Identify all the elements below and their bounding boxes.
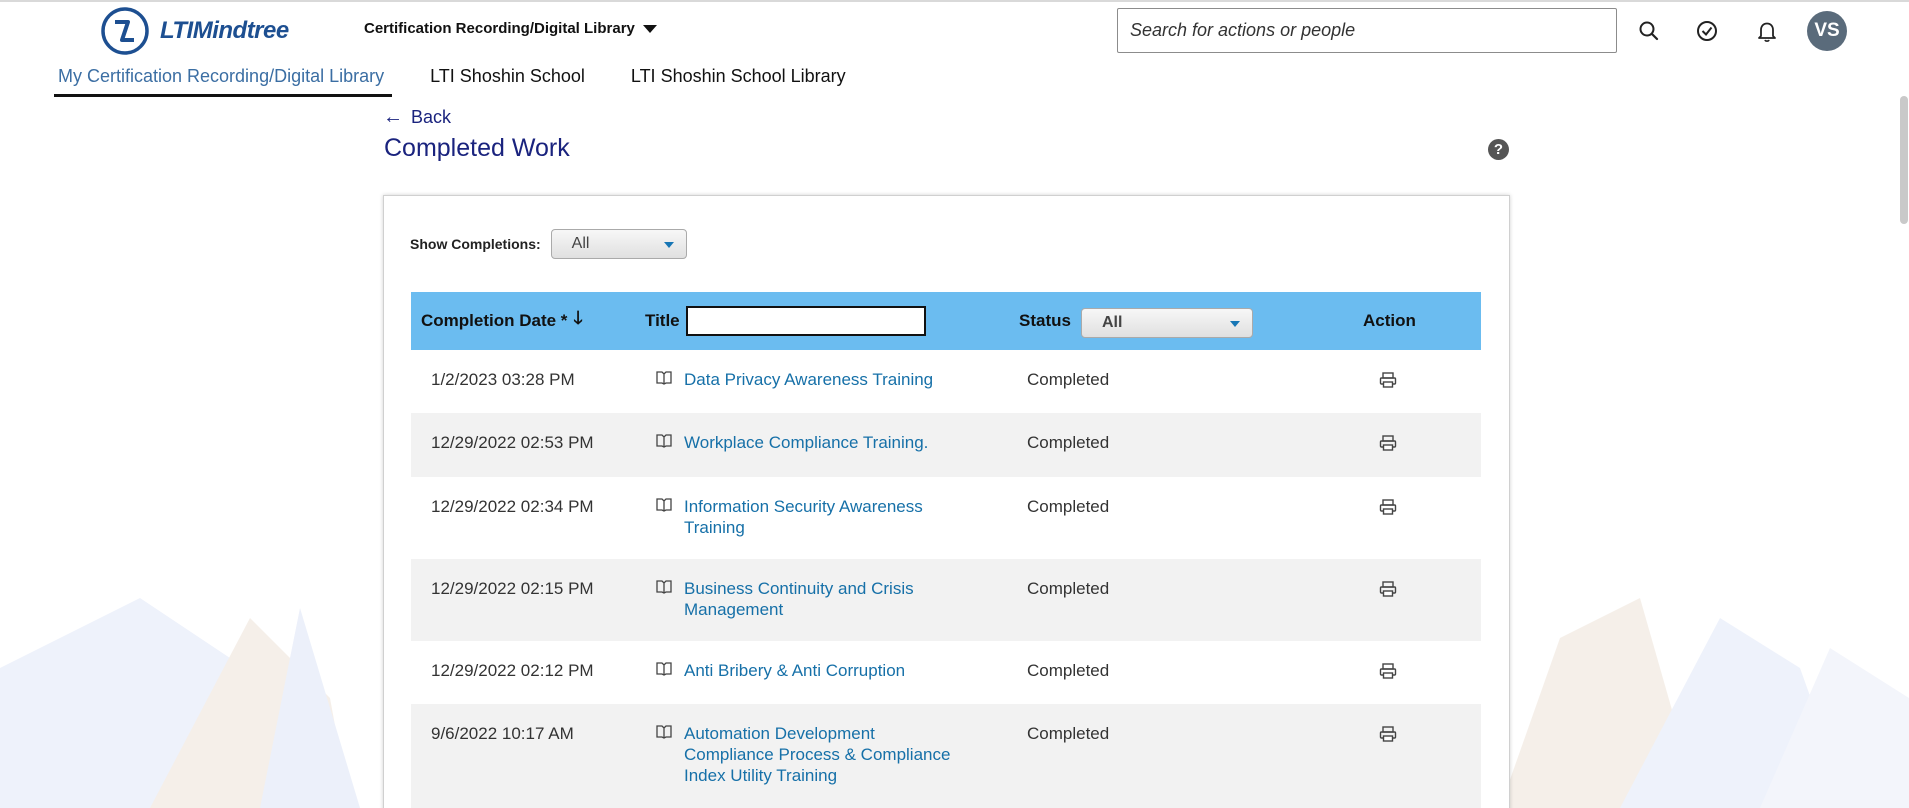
course-title-link[interactable]: Anti Bribery & Anti Corruption — [684, 660, 964, 681]
completion-status: Completed — [1027, 724, 1110, 743]
brand-name: LTIMindtree — [160, 17, 289, 44]
tab-lti-shoshin-school-library[interactable]: LTI Shoshin School Library — [627, 62, 850, 95]
table-row: 12/29/2022 02:12 PM Anti Bribery & Anti … — [411, 641, 1481, 704]
show-completions-label: Show Completions: — [410, 236, 541, 252]
completion-date: 12/29/2022 02:53 PM — [431, 433, 594, 452]
print-icon[interactable] — [1378, 433, 1398, 453]
table-row: 12/29/2022 02:15 PM Business Continuity … — [411, 559, 1481, 641]
check-circle-icon[interactable] — [1694, 18, 1720, 44]
ltimindtree-logo-icon — [101, 7, 149, 55]
book-icon — [656, 498, 672, 512]
course-title-link[interactable]: Workplace Compliance Training. — [684, 432, 964, 453]
table-row: 9/6/2022 10:17 AM Automation Development… — [411, 704, 1481, 808]
completion-date: 12/29/2022 02:15 PM — [431, 579, 594, 598]
completed-work-card: Show Completions: All Completion Date * … — [383, 195, 1510, 808]
page-scrollbar[interactable] — [1897, 88, 1909, 808]
completion-status: Completed — [1027, 497, 1110, 516]
completion-status: Completed — [1027, 579, 1110, 598]
completion-date: 12/29/2022 02:12 PM — [431, 661, 594, 680]
app-switcher[interactable]: Certification Recording/Digital Library — [364, 20, 657, 37]
chevron-down-icon — [642, 24, 657, 33]
print-icon[interactable] — [1378, 661, 1398, 681]
column-completion-date[interactable]: Completion Date * 🡓 — [421, 306, 583, 336]
header: LTIMindtree Certification Recording/Digi… — [0, 2, 1909, 58]
back-link[interactable]: ← Back — [383, 106, 451, 129]
show-completions-filter: Show Completions: All — [410, 229, 687, 259]
status-filter-value: All — [1101, 314, 1123, 331]
column-title: Title — [645, 306, 926, 336]
page-title: Completed Work — [384, 134, 570, 162]
column-action: Action — [1363, 311, 1416, 331]
table-row: 12/29/2022 02:34 PM Information Security… — [411, 477, 1481, 559]
dropdown-arrow-icon — [663, 242, 674, 248]
arrow-left-icon: ← — [383, 106, 403, 128]
sort-down-icon: 🡓 — [573, 308, 583, 328]
table-header: Completion Date * 🡓 Title Status All Act… — [411, 292, 1481, 350]
book-icon — [656, 662, 672, 676]
column-status-label: Status — [1019, 311, 1071, 330]
column-status: Status All — [1019, 306, 1253, 338]
book-icon — [656, 725, 672, 739]
column-completion-date-label: Completion Date * — [421, 311, 568, 330]
scrollbar-thumb[interactable] — [1900, 96, 1908, 224]
completion-status: Completed — [1027, 433, 1110, 452]
tab-lti-shoshin-school[interactable]: LTI Shoshin School — [426, 62, 589, 95]
nav-tabs: My Certification Recording/Digital Libra… — [54, 62, 888, 97]
print-icon[interactable] — [1378, 370, 1398, 390]
dropdown-arrow-icon — [1229, 321, 1240, 327]
book-icon — [656, 371, 672, 385]
title-filter-input[interactable] — [685, 306, 926, 336]
show-completions-select[interactable]: All — [550, 229, 687, 259]
avatar[interactable]: VS — [1807, 11, 1847, 51]
completion-date: 9/6/2022 10:17 AM — [431, 724, 574, 743]
completion-status: Completed — [1027, 370, 1110, 389]
table-row: 1/2/2023 03:28 PM Data Privacy Awareness… — [411, 350, 1481, 413]
book-icon — [656, 580, 672, 594]
course-title-link[interactable]: Business Continuity and Crisis Managemen… — [684, 578, 964, 620]
search-input[interactable] — [1117, 8, 1617, 53]
back-label: Back — [411, 107, 452, 127]
help-icon[interactable]: ? — [1488, 139, 1509, 160]
completion-status: Completed — [1027, 661, 1110, 680]
print-icon[interactable] — [1378, 579, 1398, 599]
course-title-link[interactable]: Information Security Awareness Training — [684, 496, 964, 538]
app-switcher-label: Certification Recording/Digital Library — [364, 20, 635, 37]
bell-icon[interactable] — [1754, 18, 1780, 44]
column-action-label: Action — [1363, 311, 1416, 330]
column-title-label: Title — [645, 311, 680, 330]
logo[interactable]: LTIMindtree — [100, 6, 289, 56]
show-completions-value: All — [571, 235, 590, 252]
tab-my-certification-recording[interactable]: My Certification Recording/Digital Libra… — [54, 62, 393, 97]
course-title-link[interactable]: Automation Development Compliance Proces… — [684, 723, 954, 786]
status-filter-select[interactable]: All — [1080, 308, 1253, 338]
completions-table: Completion Date * 🡓 Title Status All Act… — [411, 292, 1481, 808]
completion-date: 12/29/2022 02:34 PM — [431, 497, 594, 516]
print-icon[interactable] — [1378, 497, 1398, 517]
book-icon — [656, 434, 672, 448]
completion-date: 1/2/2023 03:28 PM — [431, 370, 575, 389]
search-icon[interactable] — [1636, 18, 1662, 44]
print-icon[interactable] — [1378, 724, 1398, 744]
course-title-link[interactable]: Data Privacy Awareness Training — [684, 369, 964, 390]
table-row: 12/29/2022 02:53 PM Workplace Compliance… — [411, 413, 1481, 477]
